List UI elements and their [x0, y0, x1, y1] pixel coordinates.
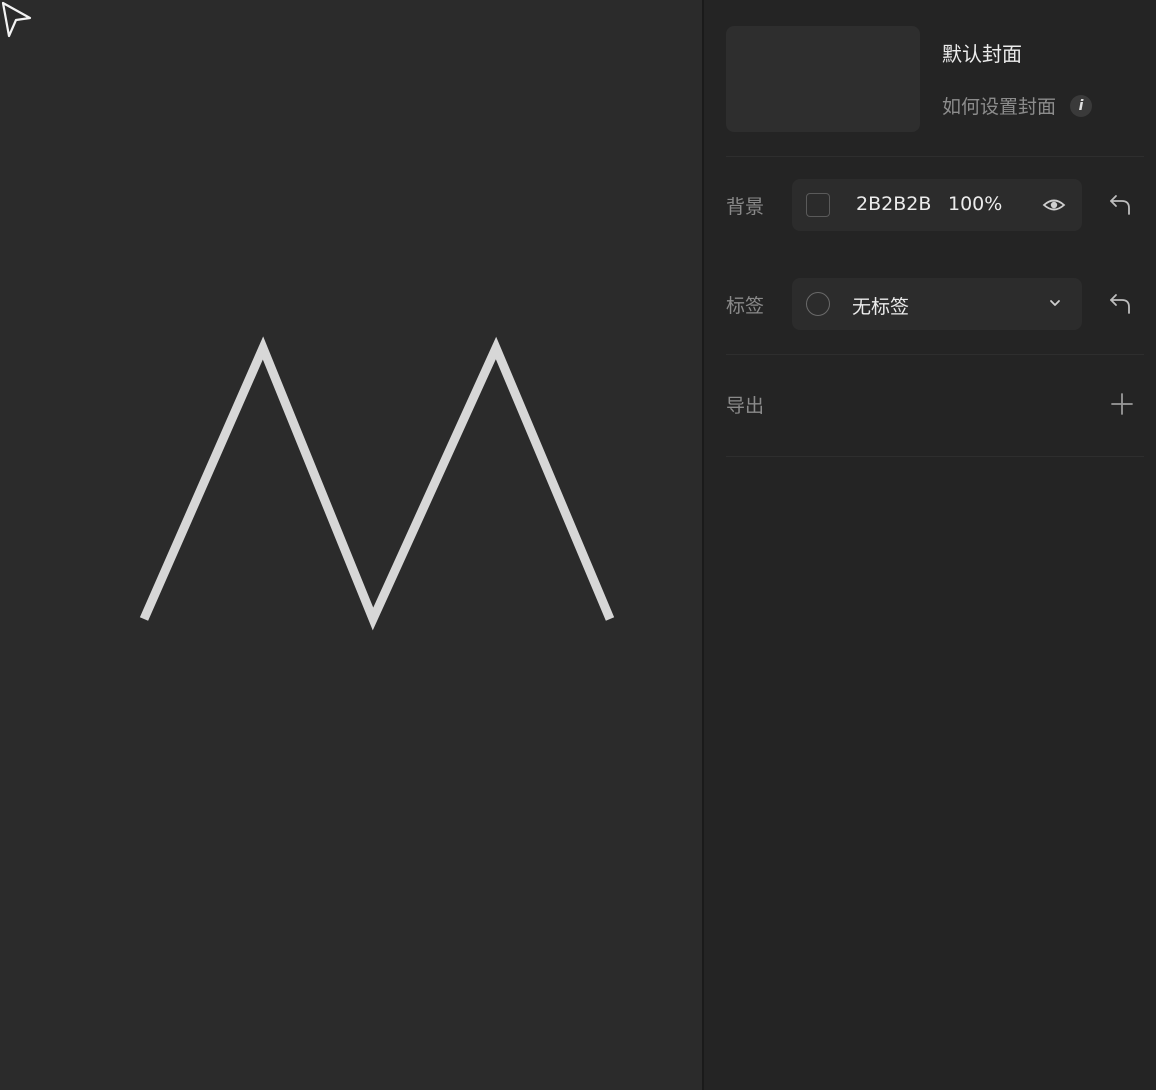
plus-icon[interactable] [1110, 392, 1134, 416]
undo-icon[interactable] [1108, 292, 1132, 316]
tag-value[interactable]: 无标签 [852, 292, 909, 319]
export-label: 导出 [726, 395, 765, 417]
background-hex-value[interactable]: 2B2B2B [856, 193, 931, 215]
background-color-field[interactable]: 2B2B2B 100% [792, 179, 1082, 231]
cursor-icon [1, 1, 32, 38]
m-shape-drawing[interactable] [0, 0, 702, 1090]
circle-icon [806, 292, 830, 316]
properties-panel: 默认封面 如何设置封面 i 背景 2B2B2B 100% 标签 无标签 导出 [702, 0, 1156, 1090]
divider [726, 156, 1144, 157]
info-icon[interactable]: i [1070, 94, 1093, 117]
divider [726, 354, 1144, 355]
cover-help-text[interactable]: 如何设置封面 [942, 92, 1056, 119]
divider [726, 456, 1144, 457]
cover-help-link[interactable]: 如何设置封面 i [942, 92, 1093, 119]
background-opacity-value[interactable]: 100% [948, 193, 1002, 215]
undo-icon[interactable] [1108, 193, 1132, 217]
chevron-down-icon[interactable] [1048, 298, 1062, 308]
cover-title: 默认封面 [942, 42, 1022, 66]
eye-icon[interactable] [1042, 195, 1066, 215]
background-label: 背景 [726, 196, 765, 218]
tag-select[interactable]: 无标签 [792, 278, 1082, 330]
color-swatch[interactable] [806, 193, 830, 217]
canvas[interactable] [0, 0, 702, 1090]
tag-label: 标签 [726, 295, 765, 317]
cover-thumbnail[interactable] [726, 26, 920, 132]
